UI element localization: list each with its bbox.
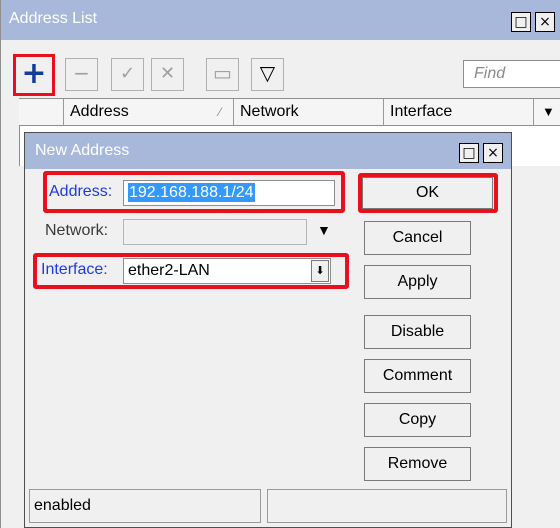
x-icon: ✕ (159, 63, 176, 84)
network-label: Network: (45, 222, 109, 239)
minus-icon: − (73, 61, 90, 85)
find-input[interactable]: Find (463, 60, 560, 88)
window-title: Address List (9, 10, 98, 27)
filter-icon: ▽ (259, 61, 276, 85)
ok-button[interactable]: OK (362, 177, 493, 209)
cancel-button[interactable]: Cancel (364, 221, 471, 255)
comment-button[interactable]: ▭ (206, 58, 239, 91)
dialog-title: New Address (35, 142, 130, 159)
filter-button[interactable]: ▽ (251, 58, 284, 91)
address-input[interactable]: 192.168.188.1/24 (123, 180, 335, 206)
dialog-titlebar[interactable]: New Address □ × (25, 133, 511, 169)
apply-button[interactable]: Apply (364, 265, 471, 299)
interface-dropdown-icon[interactable]: ⬇ (311, 260, 329, 282)
address-list-titlebar[interactable]: Address List □ × (1, 0, 560, 40)
column-interface-label: Interface (390, 103, 453, 120)
network-input[interactable] (123, 219, 307, 245)
new-address-dialog: New Address □ × Address: 192.168.188.1/2… (24, 132, 512, 528)
add-button[interactable]: + (13, 54, 55, 96)
address-label: Address: (49, 183, 113, 200)
check-icon: ✓ (119, 63, 136, 84)
maximize-icon[interactable]: □ (459, 143, 479, 163)
column-network[interactable]: Network (233, 99, 383, 126)
network-dropdown-icon[interactable]: ▼ (317, 222, 331, 238)
interface-value: ether2-LAN (128, 262, 210, 279)
close-icon[interactable]: × (535, 12, 555, 32)
close-icon[interactable]: × (483, 143, 503, 163)
status-extra (267, 489, 507, 523)
plus-icon: + (21, 56, 47, 91)
status-bar: enabled (29, 489, 509, 523)
copy-button[interactable]: Copy (364, 403, 471, 437)
address-value: 192.168.188.1/24 (128, 183, 255, 202)
sort-icon: ⁄ (218, 105, 221, 119)
column-interface[interactable]: Interface (383, 99, 533, 126)
comment-icon: ▭ (213, 61, 232, 85)
interface-label: Interface: (41, 261, 108, 278)
column-network-label: Network (240, 103, 299, 120)
column-address[interactable]: Address ⁄ (63, 99, 233, 126)
maximize-icon[interactable]: □ (511, 12, 531, 32)
remove-button[interactable]: Remove (364, 447, 471, 481)
find-placeholder: Find (474, 65, 506, 82)
disable-button[interactable]: Disable (364, 315, 471, 349)
status-enabled: enabled (29, 489, 261, 523)
remove-button[interactable]: − (65, 58, 98, 91)
column-menu-icon[interactable]: ▼ (533, 99, 560, 126)
enable-button[interactable]: ✓ (111, 58, 144, 91)
comment-button[interactable]: Comment (364, 359, 471, 393)
grid-header: Address ⁄ Network Interface ▼ (19, 98, 560, 126)
interface-select[interactable]: ether2-LAN (123, 258, 331, 284)
disable-button[interactable]: ✕ (151, 58, 184, 91)
column-address-label: Address (70, 103, 129, 120)
